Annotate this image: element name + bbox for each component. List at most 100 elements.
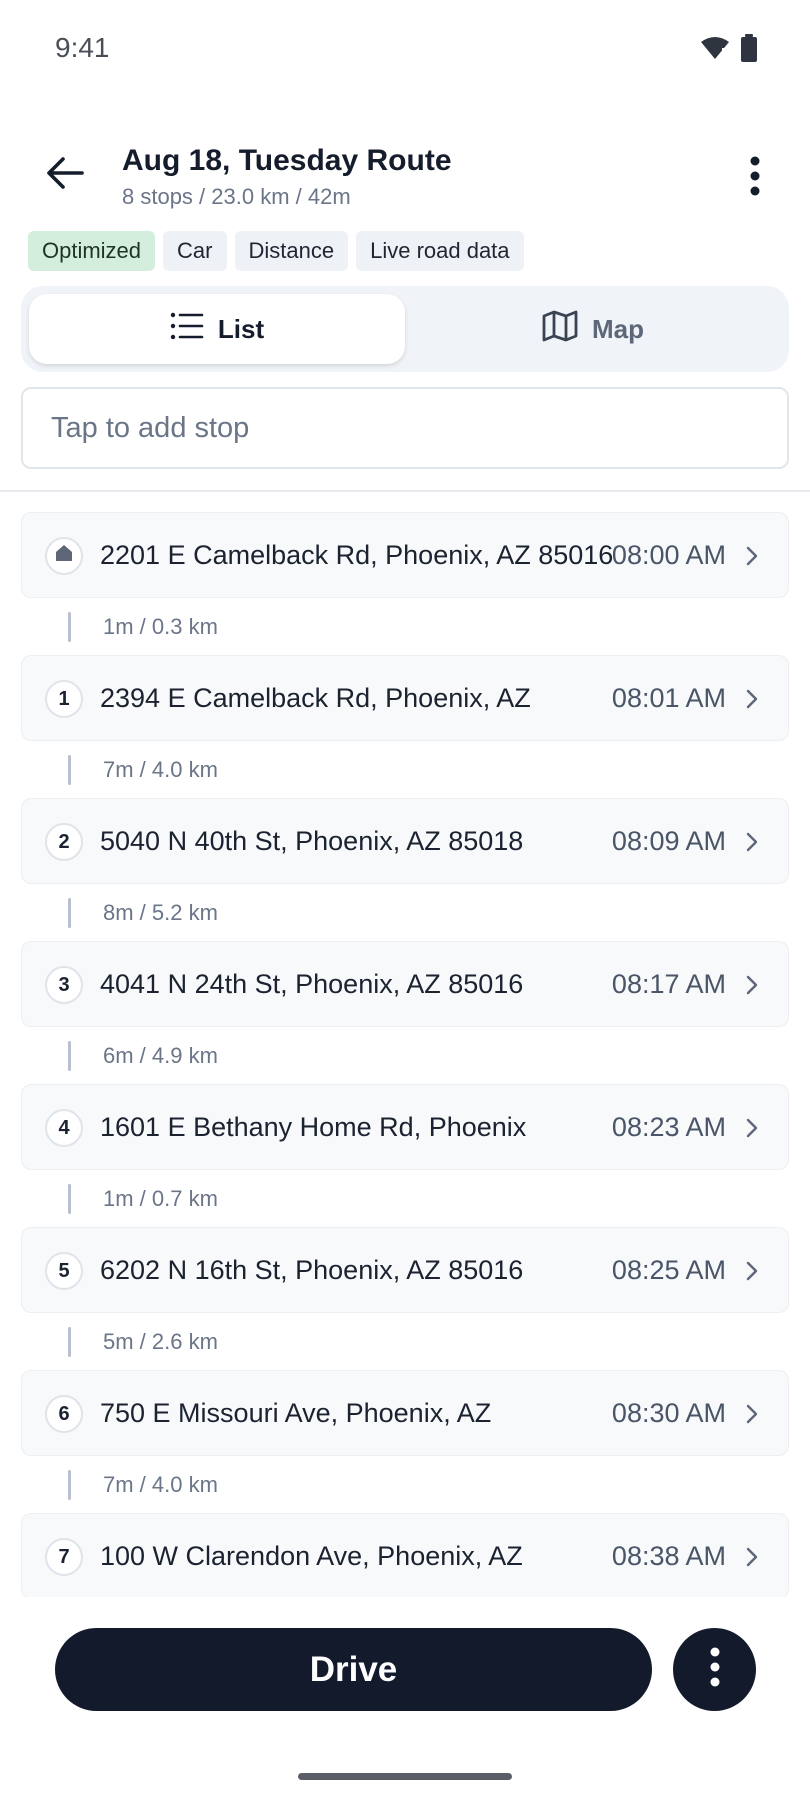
leg-connector [68, 1041, 71, 1071]
drive-button[interactable]: Drive [55, 1628, 652, 1711]
add-stop-input[interactable]: Tap to add stop [21, 387, 789, 469]
route-tags: Optimized Car Distance Live road data [28, 231, 524, 271]
chip-optimized[interactable]: Optimized [28, 231, 156, 271]
leg-duration-distance: 5m / 2.6 km [103, 1329, 218, 1354]
stop-card[interactable]: 3 4041 N 24th St, Phoenix, AZ 85016 08:1… [21, 941, 789, 1027]
status-bar: 9:41 [0, 0, 810, 100]
chevron-right-icon [742, 1545, 762, 1569]
leg-info: 6m / 4.9 km [21, 1027, 789, 1084]
leg-info: 7m / 4.0 km [21, 741, 789, 798]
leg-info: 5m / 2.6 km [21, 1313, 789, 1370]
view-toggle: List Map [21, 286, 789, 372]
chevron-right-icon [742, 1402, 762, 1426]
stop-card[interactable]: 2 5040 N 40th St, Phoenix, AZ 85018 08:0… [21, 798, 789, 884]
list-item: 6 750 E Missouri Ave, Phoenix, AZ 08:30 … [21, 1370, 789, 1513]
leg-connector [68, 1184, 71, 1214]
arrow-left-icon [46, 156, 84, 195]
drive-options-button[interactable] [673, 1628, 756, 1711]
leg-connector [68, 612, 71, 642]
stop-card[interactable]: 2201 E Camelback Rd, Phoenix, AZ 85016 0… [21, 512, 789, 598]
list-item: 3 4041 N 24th St, Phoenix, AZ 85016 08:1… [21, 941, 789, 1084]
stop-eta: 08:01 AM [611, 683, 726, 713]
stop-card[interactable]: 4 1601 E Bethany Home Rd, Phoenix 08:23 … [21, 1084, 789, 1170]
stop-number-badge: 5 [45, 1252, 83, 1290]
leg-connector [68, 1327, 71, 1357]
status-time: 9:41 [55, 32, 110, 63]
stop-address: 2201 E Camelback Rd, Phoenix, AZ 85016 [100, 540, 614, 570]
stop-eta: 08:30 AM [611, 1398, 726, 1428]
more-vertical-icon [749, 156, 761, 201]
leg-duration-distance: 8m / 5.2 km [103, 900, 218, 925]
leg-duration-distance: 1m / 0.7 km [103, 1186, 218, 1211]
list-item: 2201 E Camelback Rd, Phoenix, AZ 85016 0… [21, 512, 789, 655]
back-button[interactable] [40, 150, 90, 200]
chevron-right-icon [742, 544, 762, 568]
leg-duration-distance: 1m / 0.3 km [103, 614, 218, 639]
stop-number-badge: 6 [45, 1395, 83, 1433]
stop-card[interactable]: 5 6202 N 16th St, Phoenix, AZ 85016 08:2… [21, 1227, 789, 1313]
divider [0, 490, 810, 492]
stop-address: 100 W Clarendon Ave, Phoenix, AZ [100, 1541, 523, 1571]
stop-number-badge: 1 [45, 680, 83, 718]
stop-eta: 08:17 AM [611, 969, 726, 999]
status-icons [700, 34, 758, 67]
list-item: 5 6202 N 16th St, Phoenix, AZ 85016 08:2… [21, 1227, 789, 1370]
stop-address: 5040 N 40th St, Phoenix, AZ 85018 [100, 826, 524, 856]
stop-address: 2394 E Camelback Rd, Phoenix, AZ [100, 683, 531, 713]
stop-address: 6202 N 16th St, Phoenix, AZ 85016 [100, 1255, 524, 1285]
chevron-right-icon [742, 973, 762, 997]
leg-info: 8m / 5.2 km [21, 884, 789, 941]
wifi-icon [700, 36, 730, 65]
list-item: 2 5040 N 40th St, Phoenix, AZ 85018 08:0… [21, 798, 789, 941]
list-item: 1 2394 E Camelback Rd, Phoenix, AZ 08:01… [21, 655, 789, 798]
start-badge [45, 537, 83, 575]
stop-eta: 08:25 AM [611, 1255, 726, 1285]
chip-distance[interactable]: Distance [234, 231, 349, 271]
stop-address: 750 E Missouri Ave, Phoenix, AZ [100, 1398, 492, 1428]
chip-live-road-data[interactable]: Live road data [356, 231, 524, 271]
chip-car[interactable]: Car [163, 231, 227, 271]
stop-number-badge: 4 [45, 1109, 83, 1147]
tab-map-label: Map [592, 313, 644, 344]
stop-card[interactable]: 6 750 E Missouri Ave, Phoenix, AZ 08:30 … [21, 1370, 789, 1456]
stop-address: 1601 E Bethany Home Rd, Phoenix [100, 1112, 527, 1142]
leg-connector [68, 755, 71, 785]
stop-eta: 08:38 AM [611, 1541, 726, 1571]
battery-icon [740, 34, 758, 67]
stop-address: 4041 N 24th St, Phoenix, AZ 85016 [100, 969, 524, 999]
leg-duration-distance: 6m / 4.9 km [103, 1043, 218, 1068]
home-icon [55, 544, 73, 568]
stop-eta: 08:23 AM [611, 1112, 726, 1142]
map-icon [542, 310, 578, 349]
stop-card[interactable]: 7 100 W Clarendon Ave, Phoenix, AZ 08:38… [21, 1513, 789, 1597]
tab-list[interactable]: List [29, 294, 405, 364]
page-title: Aug 18, Tuesday Route [122, 144, 452, 177]
stop-number-badge: 2 [45, 823, 83, 861]
leg-connector [68, 898, 71, 928]
stop-number-badge: 7 [45, 1538, 83, 1576]
stop-card[interactable]: 1 2394 E Camelback Rd, Phoenix, AZ 08:01… [21, 655, 789, 741]
list-item: 4 1601 E Bethany Home Rd, Phoenix 08:23 … [21, 1084, 789, 1227]
chevron-right-icon [742, 1116, 762, 1140]
leg-connector [68, 1470, 71, 1500]
route-header: Aug 18, Tuesday Route 8 stops / 23.0 km … [0, 140, 810, 220]
chevron-right-icon [742, 830, 762, 854]
stop-eta: 08:09 AM [611, 826, 726, 856]
leg-duration-distance: 7m / 4.0 km [103, 1472, 218, 1497]
home-indicator[interactable] [298, 1773, 512, 1780]
list-item: 7 100 W Clarendon Ave, Phoenix, AZ 08:38… [21, 1513, 789, 1597]
list-icon [170, 312, 204, 347]
leg-duration-distance: 7m / 4.0 km [103, 757, 218, 782]
stops-list: 2201 E Camelback Rd, Phoenix, AZ 85016 0… [21, 512, 789, 1597]
stop-eta: 08:00 AM [611, 540, 726, 570]
tab-map[interactable]: Map [405, 294, 781, 364]
chevron-right-icon [742, 687, 762, 711]
more-vertical-icon [709, 1647, 721, 1692]
tab-list-label: List [217, 313, 265, 344]
leg-info: 1m / 0.7 km [21, 1170, 789, 1227]
leg-info: 1m / 0.3 km [21, 598, 789, 655]
route-summary: 8 stops / 23.0 km / 42m [122, 184, 351, 209]
leg-info: 7m / 4.0 km [21, 1456, 789, 1513]
stop-number-badge: 3 [45, 966, 83, 1004]
more-options-button[interactable] [730, 150, 780, 206]
